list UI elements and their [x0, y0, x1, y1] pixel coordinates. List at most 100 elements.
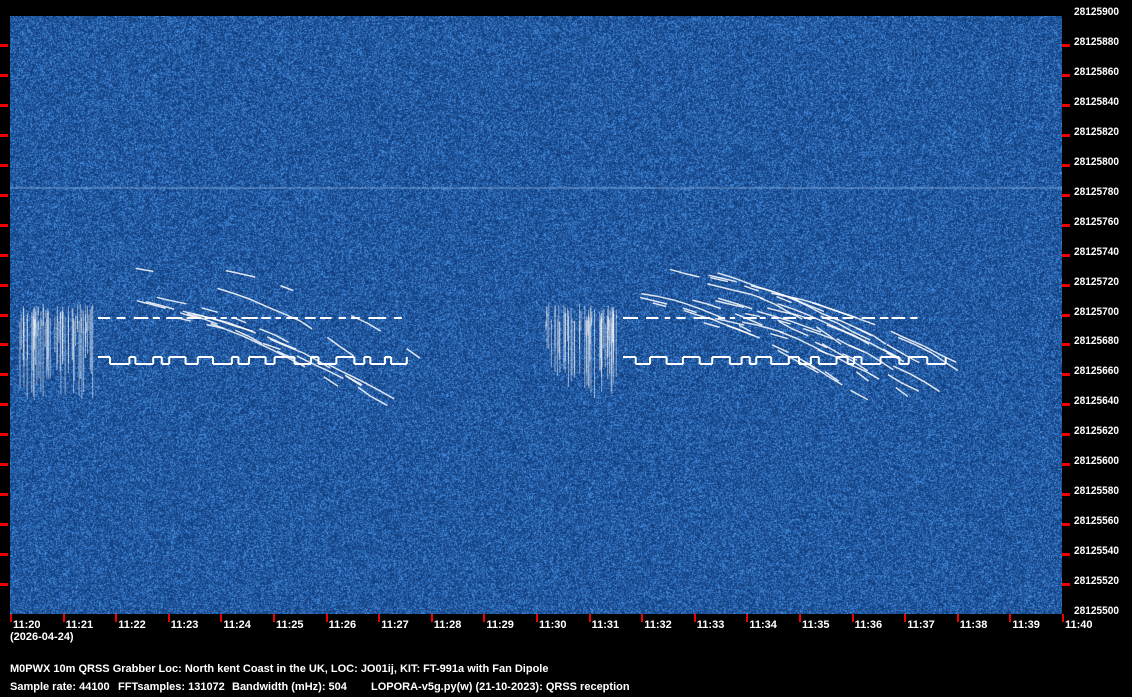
signal-drift — [377, 389, 394, 399]
frequency-tick — [1062, 463, 1070, 466]
signal-drift — [300, 321, 312, 329]
signal-drift — [358, 387, 370, 396]
time-label: 11:20 — [13, 619, 41, 631]
frequency-tick — [0, 553, 8, 556]
signal-drift — [169, 300, 186, 304]
frequency-label: 28125620 — [1074, 425, 1119, 437]
signal-drift — [285, 346, 303, 353]
signal-drift — [157, 297, 169, 300]
frequency-tick — [0, 194, 8, 197]
signal-drift — [756, 286, 774, 292]
signal-drift — [817, 304, 829, 309]
time-tick — [115, 614, 117, 622]
signal-drift — [659, 297, 674, 301]
frequency-label: 28125860 — [1074, 66, 1119, 78]
time-tick — [641, 614, 643, 622]
time-label: 11:32 — [644, 619, 672, 631]
frequency-tick — [0, 433, 8, 436]
frequency-tick — [1062, 284, 1070, 287]
signal-drift — [719, 287, 733, 291]
signal-drift — [888, 375, 901, 383]
frequency-label: 28125780 — [1074, 186, 1119, 198]
frequency-tick — [1062, 164, 1070, 167]
fft-samples: FFTsamples: 131072 — [118, 681, 225, 693]
signal-drift — [277, 351, 294, 359]
bandwidth: Bandwidth (mHz): 504 — [232, 681, 347, 693]
time-tick — [483, 614, 485, 622]
time-tick — [799, 614, 801, 622]
signal-drift — [674, 300, 687, 304]
signal-traces — [10, 16, 1062, 614]
signal-drift — [202, 308, 218, 313]
frequency-tick — [0, 164, 8, 167]
signal-drift — [281, 286, 294, 291]
frequency-tick — [1062, 403, 1070, 406]
frequency-label: 28125800 — [1074, 156, 1119, 168]
signal-drift — [360, 380, 377, 389]
frequency-label: 28125560 — [1074, 515, 1119, 527]
signal-drift — [760, 298, 775, 305]
frequency-tick — [1062, 314, 1070, 317]
signal-drift — [829, 308, 843, 313]
time-label: 11:25 — [276, 619, 304, 631]
signal-drift — [370, 396, 387, 406]
signal-drift — [640, 298, 652, 301]
signal-drift — [266, 306, 283, 313]
frequency-label: 28125520 — [1074, 575, 1119, 587]
frequency-label: 28125540 — [1074, 545, 1119, 557]
signal-drift — [837, 319, 855, 327]
signal-drift — [734, 290, 751, 294]
time-label: 11:39 — [1012, 619, 1040, 631]
signal-drift — [327, 337, 340, 346]
signal-drift — [687, 304, 700, 309]
signal-drift — [745, 314, 760, 317]
signal-drift — [235, 294, 252, 300]
signal-drift — [683, 273, 700, 277]
signal-drift — [218, 288, 236, 294]
frequency-tick — [1062, 553, 1070, 556]
time-tick — [220, 614, 222, 622]
signal-drift — [893, 366, 910, 374]
frequency-tick — [0, 343, 8, 346]
signal-drift — [938, 354, 956, 363]
time-label: 11:26 — [329, 619, 357, 631]
signal-drift — [641, 294, 659, 297]
signal-drift — [856, 372, 868, 382]
frequency-tick — [0, 284, 8, 287]
time-label: 11:35 — [802, 619, 830, 631]
signal-drift — [926, 383, 940, 392]
frequency-tick — [1062, 493, 1070, 496]
frequency-label: 28125720 — [1074, 276, 1119, 288]
signal-drift — [778, 350, 790, 357]
frequency-tick — [0, 523, 8, 526]
signal-drift — [865, 371, 879, 379]
frequency-tick — [1062, 104, 1070, 107]
signal-drift — [340, 346, 354, 356]
signal-drift — [136, 268, 154, 271]
time-label: 11:23 — [171, 619, 199, 631]
frequency-label: 28125600 — [1074, 455, 1119, 467]
signal-drift — [867, 353, 880, 361]
signal-drift — [850, 346, 868, 354]
station-info: M0PWX 10m QRSS Grabber Loc: North kent C… — [10, 663, 548, 675]
time-label: 11:31 — [592, 619, 620, 631]
frequency-label: 28125500 — [1074, 605, 1119, 617]
frequency-label: 28125700 — [1074, 306, 1119, 318]
signal-drift — [757, 325, 770, 329]
signal-drift — [859, 319, 876, 325]
signal-drift — [901, 383, 919, 392]
frequency-tick — [0, 104, 8, 107]
frequency-tick — [1062, 433, 1070, 436]
frequency-label: 28125640 — [1074, 395, 1119, 407]
frequency-tick — [0, 403, 8, 406]
frequency-tick — [1062, 373, 1070, 376]
signal-drift — [351, 316, 367, 324]
frequency-tick — [0, 44, 8, 47]
time-tick — [168, 614, 170, 622]
frequency-label: 28125820 — [1074, 126, 1119, 138]
time-tick — [326, 614, 328, 622]
signal-drift — [767, 308, 781, 312]
frequency-tick — [1062, 583, 1070, 586]
signal-drift — [270, 339, 285, 346]
frequency-tick — [0, 224, 8, 227]
